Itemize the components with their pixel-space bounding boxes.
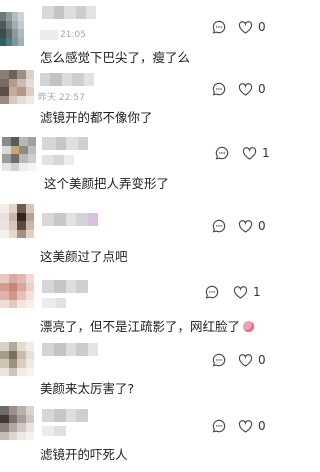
username-redacted[interactable]: [42, 213, 98, 226]
like-button[interactable]: 0: [238, 20, 266, 34]
comment-bubble-icon: [212, 219, 226, 233]
comment-bubble-icon: [212, 353, 226, 367]
comment-time: 21:05: [60, 30, 86, 40]
avatar[interactable]: [2, 137, 36, 171]
avatar[interactable]: [0, 70, 34, 104]
comment-actions: 0: [212, 351, 266, 369]
reply-button[interactable]: [212, 419, 226, 433]
heart-icon: [233, 285, 248, 299]
comment-bubble-icon: [205, 285, 219, 299]
meta-redacted: [42, 426, 66, 436]
comment-actions: 1: [215, 144, 270, 162]
comment-text: 怎么感觉下巴尖了，瘦了么: [40, 50, 191, 65]
comment-actions: 0: [212, 18, 266, 36]
like-count: 1: [253, 285, 261, 299]
reply-button[interactable]: [205, 285, 219, 299]
comment-time: 昨天 22:57: [38, 93, 85, 103]
comment-text: 滤镜开的吓死人: [40, 447, 128, 462]
avatar[interactable]: [0, 342, 34, 376]
reply-button[interactable]: [212, 20, 226, 34]
reply-button[interactable]: [215, 146, 229, 160]
like-button[interactable]: 0: [238, 219, 266, 233]
username-redacted[interactable]: [42, 409, 88, 422]
comment-actions: 0: [212, 217, 266, 235]
comment-bubble-icon: [212, 82, 226, 96]
heart-icon: [238, 82, 253, 96]
comment-actions: 1: [205, 283, 261, 301]
comment-text: 这美颜过了点吧: [40, 249, 128, 264]
like-count: 0: [258, 20, 266, 34]
heart-icon: [238, 419, 253, 433]
reply-button[interactable]: [212, 353, 226, 367]
comment-text: 这个美颜把人弄变形了: [44, 176, 170, 191]
like-count: 0: [258, 219, 266, 233]
comment-text: 漂亮了，但不是江疏影了，网红脸了: [40, 319, 241, 334]
username-redacted[interactable]: [42, 343, 98, 356]
avatar[interactable]: [0, 406, 34, 440]
like-button[interactable]: 1: [242, 146, 270, 160]
comment-bubble-icon: [212, 419, 226, 433]
like-button[interactable]: 1: [233, 285, 261, 299]
heart-icon: [242, 146, 257, 160]
like-button[interactable]: 0: [238, 419, 266, 433]
meta-redacted: [42, 155, 74, 165]
reply-button[interactable]: [212, 82, 226, 96]
meta-redacted: [42, 298, 66, 308]
peach-emoji-icon: [243, 321, 254, 332]
like-count: 0: [258, 353, 266, 367]
avatar[interactable]: [0, 204, 34, 238]
username-redacted[interactable]: [40, 73, 94, 86]
like-count: 0: [258, 82, 266, 96]
comment-text: 滤镜开的都不像你了: [40, 110, 153, 125]
comment-actions: 0: [212, 80, 266, 98]
like-button[interactable]: 0: [238, 353, 266, 367]
like-count: 1: [262, 146, 270, 160]
meta-redacted: [40, 30, 58, 40]
username-redacted[interactable]: [42, 137, 88, 150]
heart-icon: [238, 219, 253, 233]
heart-icon: [238, 353, 253, 367]
comment-text: 美颜来太厉害了?: [40, 381, 135, 396]
heart-icon: [238, 20, 253, 34]
reply-button[interactable]: [212, 219, 226, 233]
avatar[interactable]: [0, 274, 34, 308]
comment-bubble-icon: [215, 146, 229, 160]
comment-bubble-icon: [212, 20, 226, 34]
like-button[interactable]: 0: [238, 82, 266, 96]
username-redacted[interactable]: [42, 6, 96, 19]
comment-actions: 0: [212, 417, 266, 435]
avatar[interactable]: [0, 12, 24, 46]
username-redacted[interactable]: [42, 280, 88, 293]
like-count: 0: [258, 419, 266, 433]
